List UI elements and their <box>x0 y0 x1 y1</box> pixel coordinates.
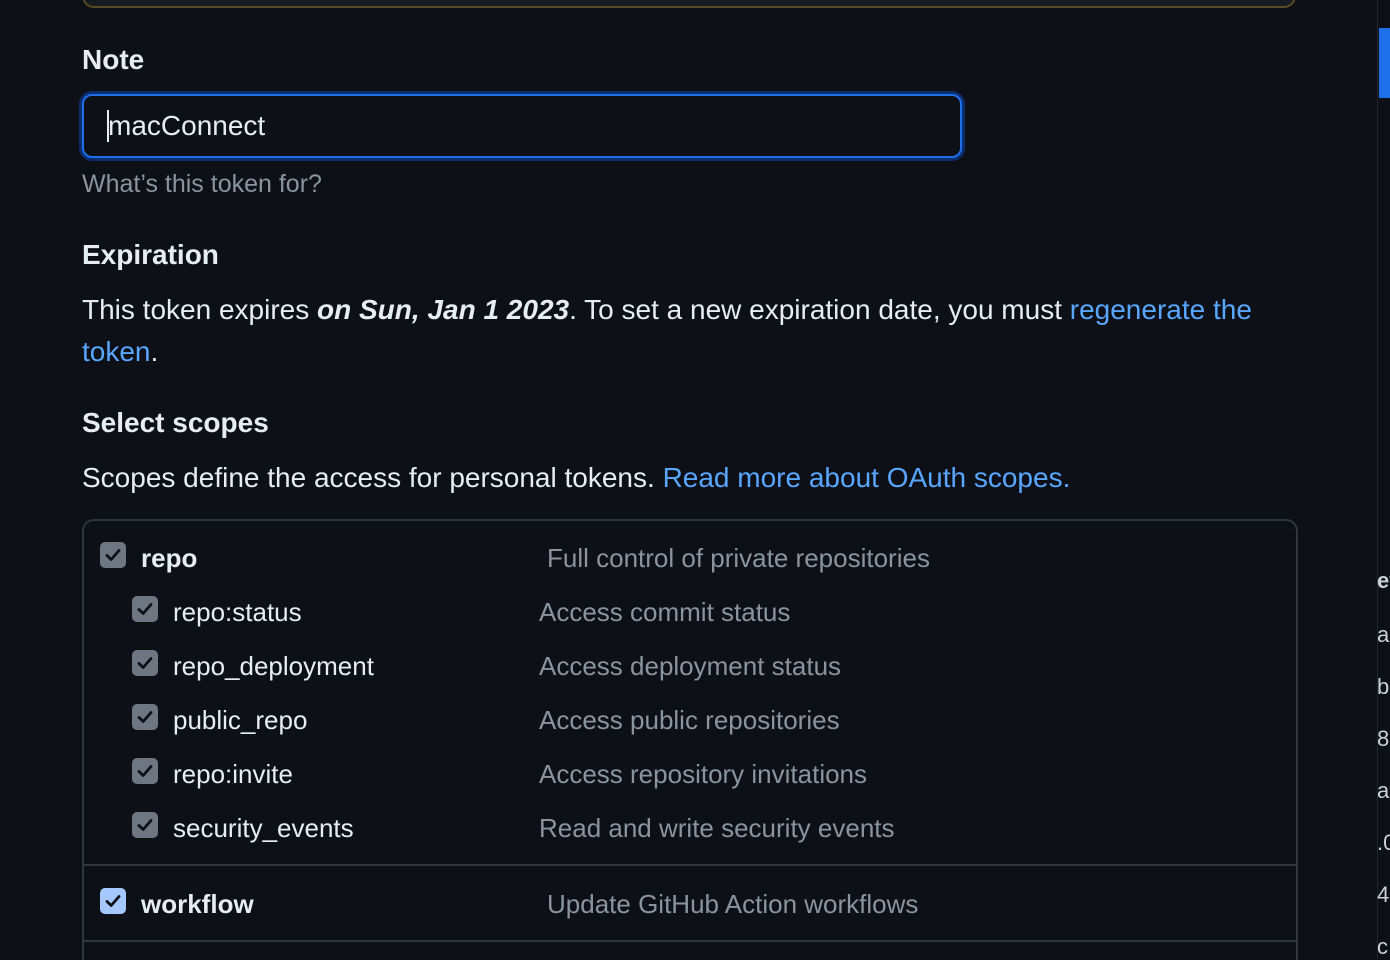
background-window-accent <box>1379 28 1390 98</box>
scopes-label: Select scopes <box>82 407 269 438</box>
note-hint: What’s this token for? <box>82 170 322 198</box>
expiration-text-middle: . To set a new expiration date, you must <box>569 294 1070 325</box>
scope-desc-security-events: Read and write security events <box>539 813 895 843</box>
scope-desc-repo: Full control of private repositories <box>547 543 930 573</box>
token-settings-page: Note What’s this token for? Expiration T… <box>0 0 1390 960</box>
scope-name-workflow: workflow <box>141 889 254 919</box>
scope-divider <box>84 864 1296 866</box>
scope-desc-repo-invite: Access repository invitations <box>539 759 868 789</box>
check-icon <box>137 819 153 831</box>
background-text-fragment: c <box>1377 934 1388 959</box>
scope-name-repo: repo <box>141 543 198 573</box>
background-text-fragment: a1 <box>1377 622 1390 647</box>
background-text-fragment: 8 <box>1377 726 1390 751</box>
scope-desc-public-repo: Access public repositories <box>539 705 840 735</box>
check-icon <box>137 765 153 777</box>
warning-box <box>82 0 1296 8</box>
repo-status-checkbox[interactable] <box>132 596 158 622</box>
scope-name-repo-invite: repo:invite <box>173 759 293 789</box>
expiration-date: on Sun, Jan 1 2023 <box>317 294 570 325</box>
note-input[interactable] <box>82 94 962 158</box>
scope-desc-repo-status: Access commit status <box>539 597 791 627</box>
scope-name-public-repo: public_repo <box>173 705 308 735</box>
scopes-description: Scopes define the access for personal to… <box>82 462 1071 493</box>
expiration-text: This token expires on Sun, Jan 1 2023. T… <box>82 289 1302 373</box>
note-label: Note <box>82 44 145 75</box>
background-text-fragment: ac <box>1377 778 1390 803</box>
scope-name-repo-deployment: repo_deployment <box>173 651 374 681</box>
scope-divider <box>84 940 1296 942</box>
repo-deployment-checkbox[interactable] <box>132 650 158 676</box>
check-icon <box>137 603 153 615</box>
expiration-text-after: . <box>150 336 159 367</box>
check-icon <box>137 711 153 723</box>
background-text-fragment: b5 <box>1377 674 1390 699</box>
check-icon <box>105 549 121 561</box>
scope-desc-workflow: Update GitHub Action workflows <box>547 889 919 919</box>
check-icon <box>137 657 153 669</box>
background-text-fragment: .0 <box>1377 830 1390 855</box>
repo-checkbox[interactable] <box>100 542 126 568</box>
security-events-checkbox[interactable] <box>132 812 158 838</box>
scope-name-repo-status: repo:status <box>173 597 302 627</box>
background-window-edge <box>1377 0 1390 960</box>
background-text-fragment: 4 <box>1377 882 1390 907</box>
expiration-text-before: This token expires <box>82 294 317 325</box>
background-text-fragment: ef <box>1377 568 1390 593</box>
repo-invite-checkbox[interactable] <box>132 758 158 784</box>
public-repo-checkbox[interactable] <box>132 704 158 730</box>
oauth-scopes-link[interactable]: Read more about OAuth scopes. <box>663 462 1071 493</box>
check-icon <box>105 895 121 907</box>
expiration-label: Expiration <box>82 239 219 270</box>
scope-name-security-events: security_events <box>173 813 354 843</box>
workflow-checkbox[interactable] <box>100 888 126 914</box>
text-caret <box>107 110 109 142</box>
scope-desc-repo-deployment: Access deployment status <box>539 651 842 681</box>
